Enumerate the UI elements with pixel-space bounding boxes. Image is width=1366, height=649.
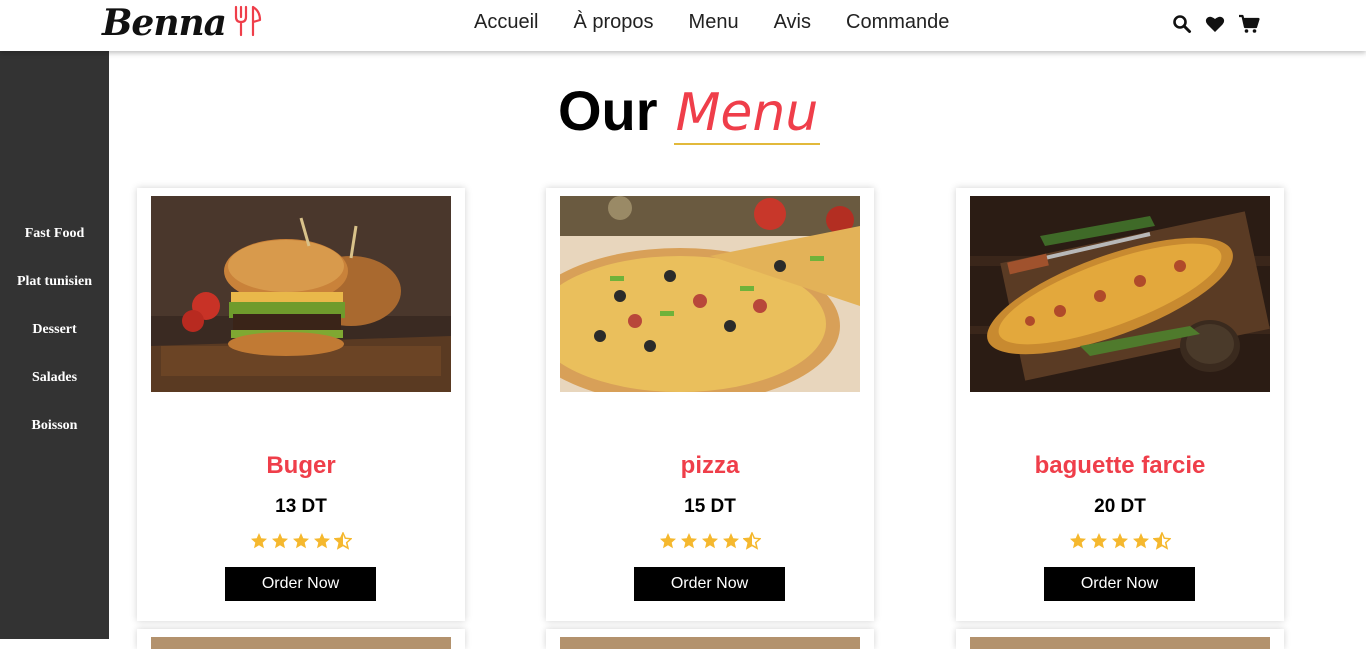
- brand-name: Benna: [102, 2, 227, 44]
- menu-card-baguette-farcie: baguette farcie 20 DT Order Now: [956, 188, 1284, 621]
- sidebar-item-dessert[interactable]: Dessert: [0, 322, 109, 338]
- nav-link-commande[interactable]: Commande: [846, 11, 949, 34]
- top-navbar: Benna Accueil À propos Menu Avis Command…: [0, 0, 1366, 51]
- rating-stars: [137, 532, 465, 550]
- page-title-menu: Menu: [673, 83, 821, 145]
- page-title: Our Menu: [558, 78, 821, 145]
- menu-card-pizza: pizza 15 DT Order Now: [546, 188, 874, 621]
- item-price: 13 DT: [275, 496, 327, 517]
- nav-links: Accueil À propos Menu Avis Commande: [474, 11, 949, 34]
- nav-link-accueil[interactable]: Accueil: [474, 11, 538, 34]
- item-name: baguette farcie: [1034, 452, 1206, 479]
- star-full-icon: [251, 533, 267, 549]
- sidebar-item-plat-tunisien[interactable]: Plat tunisien: [0, 274, 109, 290]
- brand-logo[interactable]: Benna: [102, 2, 262, 44]
- menu-card-next: [546, 629, 874, 649]
- rating-stars: [956, 532, 1284, 550]
- nav-link-a-propos[interactable]: À propos: [573, 11, 653, 34]
- order-now-button[interactable]: Order Now: [1044, 567, 1195, 601]
- star-half-icon: [334, 532, 352, 550]
- menu-card-next: [137, 629, 465, 649]
- star-half-icon: [743, 532, 761, 550]
- sidebar-item-salades[interactable]: Salades: [0, 370, 109, 386]
- star-full-icon: [660, 533, 676, 549]
- star-full-icon: [1133, 533, 1149, 549]
- pizza-photo: [560, 196, 860, 392]
- star-full-icon: [293, 533, 309, 549]
- star-half-icon: [1153, 532, 1171, 550]
- burger-photo: [151, 196, 451, 392]
- item-name: pizza: [680, 452, 740, 479]
- cart-icon[interactable]: [1238, 14, 1260, 39]
- rating-stars: [546, 532, 874, 550]
- star-full-icon: [314, 533, 330, 549]
- item-name: Buger: [266, 452, 336, 479]
- page-title-our: Our: [558, 79, 658, 142]
- star-full-icon: [702, 533, 718, 549]
- nav-icons: [1172, 14, 1260, 39]
- sidebar-item-boisson[interactable]: Boisson: [0, 418, 109, 434]
- fork-knife-icon: [232, 3, 262, 44]
- nav-link-menu[interactable]: Menu: [689, 11, 739, 34]
- star-full-icon: [723, 533, 739, 549]
- baguette-photo: [970, 196, 1270, 392]
- star-full-icon: [272, 533, 288, 549]
- star-full-icon: [1112, 533, 1128, 549]
- sidebar-item-fast-food[interactable]: Fast Food: [0, 226, 109, 242]
- order-now-button[interactable]: Order Now: [225, 567, 376, 601]
- item-price: 15 DT: [684, 496, 736, 517]
- nav-link-avis[interactable]: Avis: [774, 11, 811, 34]
- category-sidebar: Fast Food Plat tunisien Dessert Salades …: [0, 51, 109, 639]
- heart-icon[interactable]: [1205, 15, 1225, 38]
- star-full-icon: [681, 533, 697, 549]
- item-price: 20 DT: [1094, 496, 1146, 517]
- star-full-icon: [1091, 533, 1107, 549]
- menu-card-next: [956, 629, 1284, 649]
- order-now-button[interactable]: Order Now: [634, 567, 785, 601]
- star-full-icon: [1070, 533, 1086, 549]
- menu-card-buger: Buger 13 DT Order Now: [137, 188, 465, 621]
- search-icon[interactable]: [1172, 14, 1192, 39]
